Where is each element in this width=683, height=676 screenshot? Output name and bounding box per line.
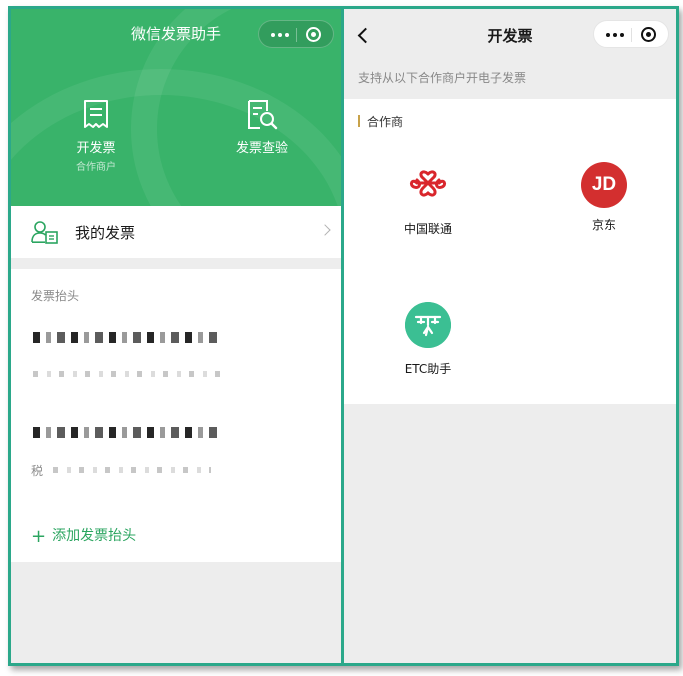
partner-etc-assistant[interactable]: ETC助手 [368, 302, 488, 377]
my-invoices-row[interactable]: 我的发票 [11, 206, 341, 258]
redacted-tax-number [33, 371, 229, 377]
close-mini-program-icon[interactable] [641, 27, 656, 42]
user-invoice-icon [31, 221, 58, 244]
china-unicom-logo [409, 170, 447, 197]
issue-invoice-sublabel: 合作商户 [76, 162, 116, 173]
redacted-company-name [33, 427, 223, 438]
more-icon[interactable] [606, 33, 624, 37]
issue-invoice-page: 开发票 支持从以下合作商户开电子发票 合作商 中国联通 JD 京东 ETC助手 [344, 9, 676, 663]
invoice-search-icon [248, 100, 278, 130]
redacted-company-name [33, 332, 223, 343]
close-mini-program-icon[interactable] [306, 27, 321, 42]
navigation-bar: 开发票 [344, 9, 676, 63]
more-icon[interactable] [271, 33, 289, 37]
capsule-divider [296, 28, 297, 42]
partner-name: 京东 [591, 218, 616, 232]
invoice-header-list: 发票抬头 税 + 添加发票抬头 [11, 269, 341, 562]
invoice-assistant-home: 微信发票助手 开发票 合作商户 发票查验 我的发票 发票抬头 税 + 添加发票抬… [11, 9, 341, 663]
issue-invoice-label: 开发票 [76, 141, 116, 156]
partner-name: 中国联通 [403, 222, 452, 236]
hero-header: 微信发票助手 开发票 合作商户 发票查验 [11, 9, 341, 206]
issue-invoice-button[interactable]: 开发票 合作商户 [41, 99, 151, 173]
partner-name: ETC助手 [404, 362, 452, 376]
verify-invoice-button[interactable]: 发票查验 [207, 99, 317, 156]
etc-logo [405, 302, 451, 348]
mini-program-capsule[interactable] [593, 20, 669, 48]
screenshot-frame: 微信发票助手 开发票 合作商户 发票查验 我的发票 发票抬头 税 + 添加发票抬… [8, 6, 679, 666]
add-invoice-header-label: 添加发票抬头 [52, 528, 137, 544]
support-hint: 支持从以下合作商户开电子发票 [358, 71, 527, 85]
mini-program-capsule[interactable] [258, 20, 334, 48]
chevron-right-icon [319, 224, 331, 236]
partner-china-unicom[interactable]: 中国联通 [368, 162, 488, 237]
invoice-header-section-label: 发票抬头 [31, 289, 80, 303]
redacted-tax-number [53, 467, 211, 473]
tax-number-prefix: 税 [31, 464, 44, 478]
verify-invoice-label: 发票查验 [235, 141, 288, 156]
add-invoice-header-button[interactable]: + 添加发票抬头 [31, 525, 136, 547]
invoice-receipt-icon [84, 100, 108, 128]
partners-section-label: 合作商 [358, 113, 403, 130]
jd-logo: JD [581, 162, 627, 208]
capsule-divider [631, 28, 632, 42]
partner-jd[interactable]: JD 京东 [544, 162, 664, 233]
plus-icon: + [31, 526, 47, 547]
partner-list: 合作商 中国联通 JD 京东 ETC助手 [344, 99, 676, 404]
my-invoices-label: 我的发票 [75, 224, 136, 242]
